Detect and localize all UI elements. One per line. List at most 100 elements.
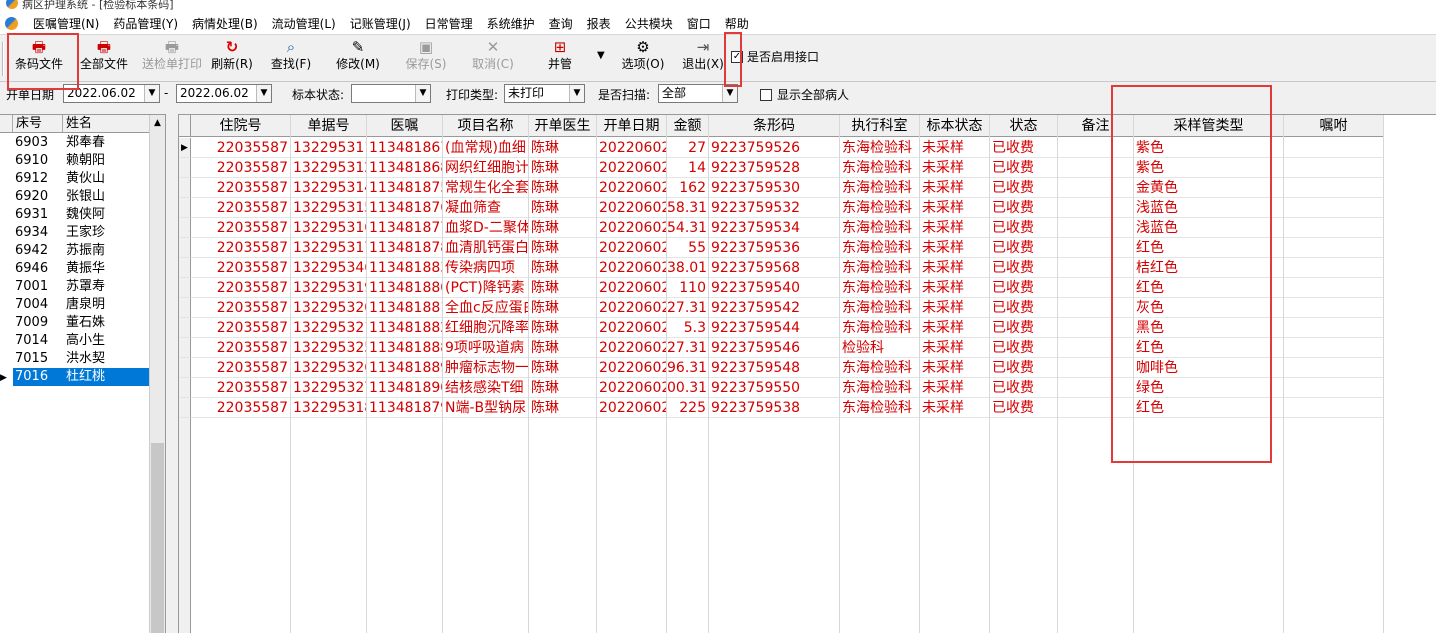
cell-order-no[interactable]: 113481881	[367, 298, 443, 318]
cell-exec-dept[interactable]: 东海检验科	[840, 278, 920, 298]
cell-item-name[interactable]: 常规生化全套	[443, 178, 529, 198]
cell-remark[interactable]	[1058, 278, 1134, 298]
cell-barcode[interactable]: 9223759538	[709, 398, 840, 418]
cell-item-name[interactable]: (PCT)降钙素	[443, 278, 529, 298]
cell-instruction[interactable]	[1284, 178, 1384, 198]
barcode-file-button[interactable]: 🖶 条码文件	[10, 38, 68, 78]
cell-remark[interactable]	[1058, 298, 1134, 318]
patient-row[interactable]: 7009 董石姝	[0, 314, 149, 332]
patient-list-scrollbar[interactable]: ▲	[149, 115, 165, 633]
column-header-inpatient-no[interactable]: 住院号	[191, 115, 291, 137]
column-header-barcode[interactable]: 条形码	[709, 115, 840, 137]
cell-exec-dept[interactable]: 东海检验科	[840, 218, 920, 238]
cell-doctor[interactable]: 陈琳	[529, 238, 597, 258]
enable-interface-checkbox[interactable]: ✓ 是否启用接口	[731, 48, 819, 65]
cell-order-date[interactable]: 20220602	[597, 178, 667, 198]
cell-tube-type[interactable]: 黑色	[1134, 318, 1284, 338]
cell-exec-dept[interactable]: 东海检验科	[840, 298, 920, 318]
cell-remark[interactable]	[1058, 318, 1134, 338]
cell-status[interactable]: 已收费	[990, 298, 1058, 318]
cell-exec-dept[interactable]: 东海检验科	[840, 258, 920, 278]
cell-specimen-status[interactable]: 未采样	[920, 258, 990, 278]
cell-instruction[interactable]	[1284, 318, 1384, 338]
cell-doctor[interactable]: 陈琳	[529, 198, 597, 218]
patient-row[interactable]: 6934 王家珍	[0, 224, 149, 242]
cell-specimen-status[interactable]: 未采样	[920, 178, 990, 198]
cell-doctor[interactable]: 陈琳	[529, 298, 597, 318]
cell-inpatient-no[interactable]: 22035587	[191, 218, 291, 238]
patient-row[interactable]: 7014 高小生	[0, 332, 149, 350]
date-from-picker[interactable]: 2022.06.02 ▼	[63, 84, 160, 103]
cell-specimen-status[interactable]: 未采样	[920, 398, 990, 418]
menu-orders[interactable]: 医嘱管理(N)	[26, 13, 106, 35]
menu-help[interactable]: 帮助	[718, 13, 756, 35]
cell-doctor[interactable]: 陈琳	[529, 318, 597, 338]
scrollbar-thumb[interactable]	[151, 443, 164, 633]
column-header-exec-dept[interactable]: 执行科室	[840, 115, 920, 137]
cell-receipt-no[interactable]: 132295319	[291, 278, 367, 298]
menu-drugs[interactable]: 药品管理(Y)	[106, 13, 185, 35]
table-row[interactable]: 22035587 132295316 113481877 血浆D-二聚体 陈琳 20220…	[179, 218, 1384, 238]
cell-instruction[interactable]	[1284, 138, 1384, 158]
cell-tube-type[interactable]: 金黄色	[1134, 178, 1284, 198]
cell-exec-dept[interactable]: 东海检验科	[840, 378, 920, 398]
cell-barcode[interactable]: 9223759532	[709, 198, 840, 218]
show-all-patients-checkbox[interactable]: 显示全部病人	[760, 86, 849, 103]
cell-exec-dept[interactable]: 检验科	[840, 338, 920, 358]
cell-tube-type[interactable]: 红色	[1134, 238, 1284, 258]
table-row[interactable]: 22035587 132295325 113481888 9项呼吸道病 陈琳 202206…	[179, 338, 1384, 358]
cell-doctor[interactable]: 陈琳	[529, 258, 597, 278]
chevron-down-icon[interactable]: ▼	[415, 85, 430, 102]
menu-condition[interactable]: 病情处理(B)	[185, 13, 265, 35]
cell-item-name[interactable]: 传染病四项	[443, 258, 529, 278]
chevron-down-icon[interactable]: ▼	[144, 85, 159, 102]
cell-doctor[interactable]: 陈琳	[529, 378, 597, 398]
cell-tube-type[interactable]: 紫色	[1134, 138, 1284, 158]
cell-specimen-status[interactable]: 未采样	[920, 318, 990, 338]
column-header-order-no[interactable]: 医嘱	[367, 115, 443, 137]
patient-row[interactable]: 7015 洪水契	[0, 350, 149, 368]
patient-row[interactable]: 7001 苏罩寿	[0, 278, 149, 296]
cell-remark[interactable]	[1058, 158, 1134, 178]
cell-item-name[interactable]: 网织红细胞计	[443, 158, 529, 178]
cell-order-date[interactable]: 20220602	[597, 398, 667, 418]
cell-remark[interactable]	[1058, 138, 1134, 158]
cell-remark[interactable]	[1058, 178, 1134, 198]
cell-instruction[interactable]	[1284, 378, 1384, 398]
column-header-specimen-status[interactable]: 标本状态	[920, 115, 990, 137]
menu-system[interactable]: 系统维护	[480, 13, 542, 35]
cell-inpatient-no[interactable]: 22035587	[191, 338, 291, 358]
cell-tube-type[interactable]: 绿色	[1134, 378, 1284, 398]
patient-row-selected[interactable]: ▶ 7016 杜红桃	[0, 368, 149, 386]
cell-receipt-no[interactable]: 132295311	[291, 138, 367, 158]
cell-receipt-no[interactable]: 132295314	[291, 178, 367, 198]
cell-order-no[interactable]: 113481877	[367, 218, 443, 238]
column-header-order-date[interactable]: 开单日期	[597, 115, 667, 137]
patient-row[interactable]: 6912 黄伙山	[0, 170, 149, 188]
cell-amount[interactable]: 27.31	[667, 338, 709, 358]
cell-status[interactable]: 已收费	[990, 238, 1058, 258]
menu-daily[interactable]: 日常管理	[418, 13, 480, 35]
table-row[interactable]: 22035587 132295346 113481883 传染病四项 陈琳 2022060…	[179, 258, 1384, 278]
cell-order-no[interactable]: 113481875	[367, 178, 443, 198]
chevron-down-icon[interactable]: ▼	[256, 85, 271, 102]
cell-barcode[interactable]: 9223759546	[709, 338, 840, 358]
cell-remark[interactable]	[1058, 398, 1134, 418]
column-header-instruction[interactable]: 嘱咐	[1284, 115, 1384, 137]
cell-doctor[interactable]: 陈琳	[529, 158, 597, 178]
cell-inpatient-no[interactable]: 22035587	[191, 258, 291, 278]
cell-receipt-no[interactable]: 132295325	[291, 338, 367, 358]
cell-specimen-status[interactable]: 未采样	[920, 338, 990, 358]
cell-order-no[interactable]: 113481890	[367, 378, 443, 398]
cell-instruction[interactable]	[1284, 198, 1384, 218]
cell-item-name[interactable]: 结核感染T细	[443, 378, 529, 398]
column-header-receipt-no[interactable]: 单据号	[291, 115, 367, 137]
cell-exec-dept[interactable]: 东海检验科	[840, 358, 920, 378]
cell-receipt-no[interactable]: 132295326	[291, 358, 367, 378]
cell-order-no[interactable]: 113481876	[367, 198, 443, 218]
chevron-down-icon[interactable]: ▼	[722, 85, 737, 102]
options-button[interactable]: ⚙ 选项(O)	[617, 38, 669, 78]
table-row[interactable]: 22035587 132295326 113481889 肿瘤标志物一 陈琳 202206…	[179, 358, 1384, 378]
cell-exec-dept[interactable]: 东海检验科	[840, 318, 920, 338]
cell-order-no[interactable]: 113481878	[367, 238, 443, 258]
